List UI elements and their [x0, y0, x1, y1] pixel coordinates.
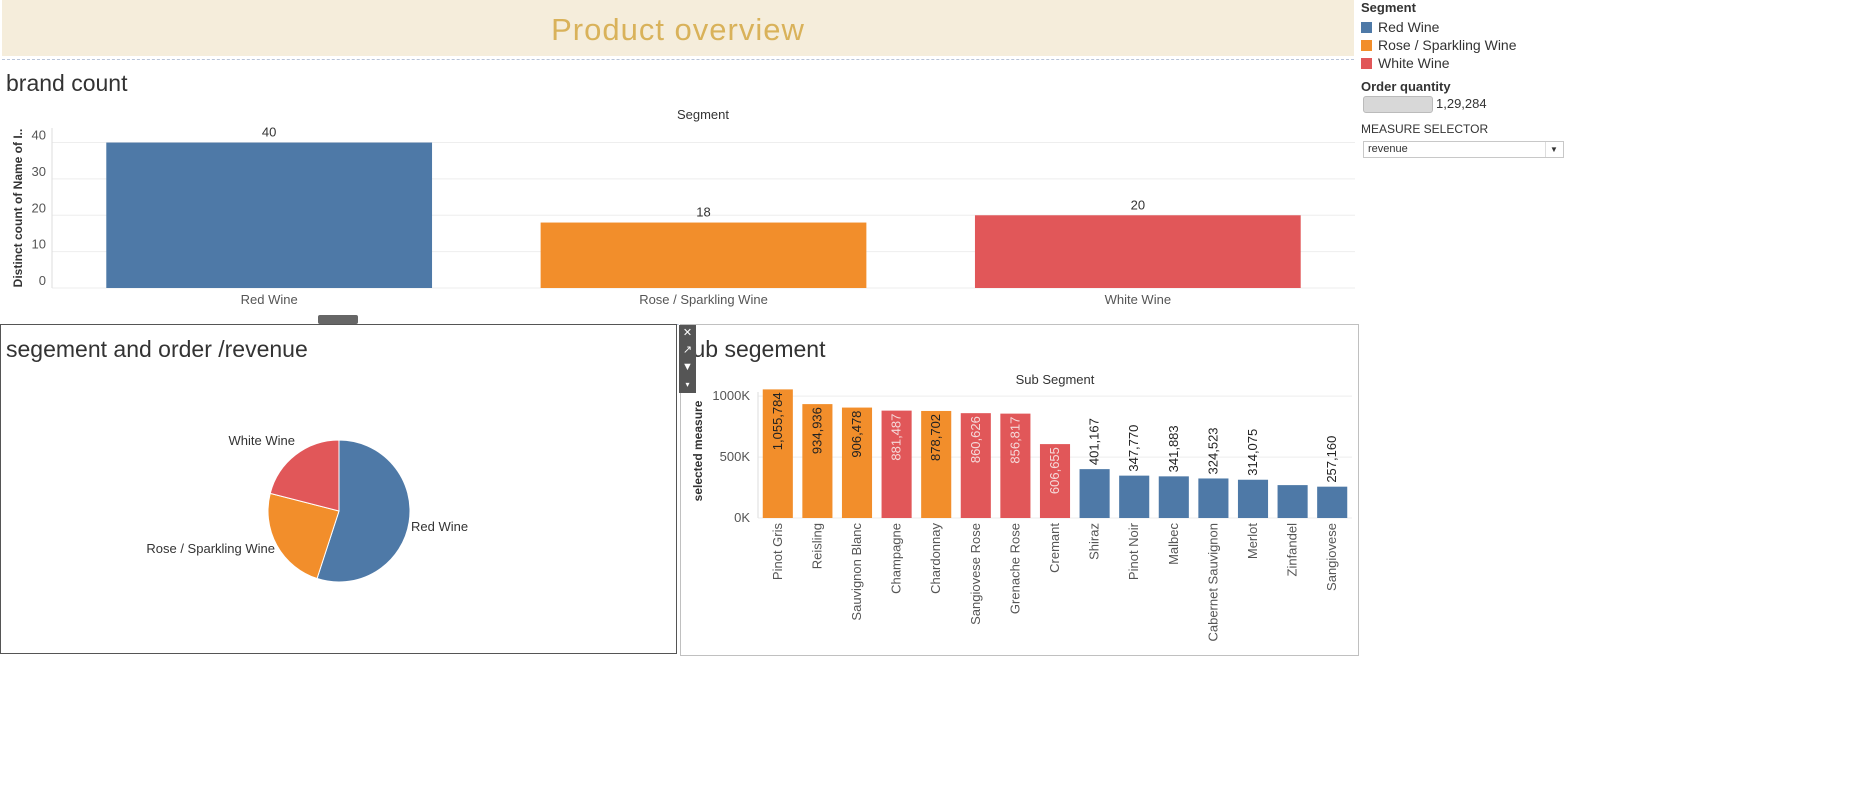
y-tick-label: 40: [32, 128, 46, 143]
x-tick-label: Sangiovese Rose: [968, 523, 983, 625]
data-label: 20: [1131, 197, 1145, 212]
x-tick-label: Cremant: [1047, 523, 1062, 573]
segment-pie-chart: Red Wine Rose / Sparkling Wine White Wine: [146, 433, 468, 583]
slice-label: Red Wine: [411, 519, 468, 534]
data-label: 856,817: [1007, 417, 1022, 464]
measure-selector-value: revenue: [1368, 143, 1408, 155]
page-title: Product overview: [551, 12, 805, 47]
order-quantity-slider[interactable]: [1363, 96, 1433, 113]
x-tick-label: Merlot: [1245, 523, 1260, 560]
measure-selector-label: MEASURE SELECTOR: [1361, 122, 1489, 136]
y-tick-label: 10: [32, 237, 46, 252]
x-tick-label: Grenache Rose: [1007, 523, 1022, 614]
order-quantity-label: Order quantity: [1361, 79, 1451, 94]
x-tick-label: Shiraz: [1087, 523, 1102, 560]
x-tick-label: Pinot Noir: [1126, 522, 1141, 580]
chart-header: Segment: [677, 107, 729, 122]
legend-item-label: White Wine: [1378, 55, 1450, 71]
data-label: 18: [696, 205, 710, 220]
bar: [106, 142, 433, 288]
y-tick-label: 1000K: [712, 388, 750, 403]
bar: [1198, 478, 1229, 518]
bar: [1277, 485, 1308, 518]
bar: [540, 222, 867, 288]
legend-item-label: Rose / Sparkling Wine: [1378, 37, 1517, 53]
y-axis-label: Distinct count of Name of I..: [11, 129, 25, 288]
legend-item-rose-sparkling-wine[interactable]: Rose / Sparkling Wine: [1361, 36, 1561, 54]
data-label: 40: [262, 125, 276, 140]
data-label: 401,167: [1087, 418, 1102, 465]
order-quantity-value: 1,29,284: [1436, 96, 1487, 111]
x-tick-label: Zinfandel: [1285, 523, 1300, 577]
x-tick-label: Pinot Gris: [770, 523, 785, 581]
legend-item-red-wine[interactable]: Red Wine: [1361, 18, 1561, 36]
y-tick-label: 20: [32, 200, 46, 215]
legend-title: Segment: [1361, 0, 1416, 15]
x-tick-label: White Wine: [1105, 292, 1171, 307]
data-label: 606,655: [1047, 447, 1062, 494]
data-label: 878,702: [928, 414, 943, 461]
x-tick-label: Red Wine: [241, 292, 298, 307]
x-tick-label: Malbec: [1166, 523, 1181, 565]
measure-selector-dropdown[interactable]: revenue ▼: [1363, 141, 1564, 158]
bar: [974, 215, 1301, 288]
legend: Segment Red Wine Rose / Sparkling Wine W…: [1361, 0, 1561, 72]
data-label: 324,523: [1205, 427, 1220, 474]
y-tick-label: 0: [39, 273, 46, 288]
bar: [1317, 486, 1348, 518]
x-tick-label: Champagne: [889, 523, 904, 594]
bar: [1237, 479, 1269, 518]
x-tick-label: Reisling: [809, 523, 824, 569]
y-tick-label: 0K: [734, 510, 750, 525]
data-label: 1,055,784: [770, 392, 785, 450]
data-label: 341,883: [1166, 425, 1181, 472]
data-label: 906,478: [849, 411, 864, 458]
bar: [1079, 469, 1110, 518]
data-label: 934,936: [809, 407, 824, 454]
slice-label: White Wine: [229, 433, 295, 448]
legend-swatch: [1361, 39, 1372, 51]
divider: [2, 59, 1354, 60]
data-label: 881,487: [889, 414, 904, 461]
chart-header: Sub Segment: [1016, 372, 1095, 387]
x-tick-label: Sauvignon Blanc: [849, 523, 864, 621]
slice-label: Rose / Sparkling Wine: [146, 541, 275, 556]
x-tick-label: Cabernet Sauvignon: [1205, 523, 1220, 642]
bar: [1119, 475, 1150, 518]
resize-handle[interactable]: [318, 315, 358, 324]
brand-count-title: brand count: [6, 70, 128, 96]
legend-swatch: [1361, 57, 1372, 69]
data-label: 347,770: [1126, 425, 1141, 472]
y-tick-label: 500K: [720, 449, 751, 464]
data-label: 257,160: [1324, 436, 1339, 483]
x-tick-label: Rose / Sparkling Wine: [639, 292, 768, 307]
legend-swatch: [1361, 21, 1372, 33]
x-tick-label: Chardonnay: [928, 523, 943, 594]
x-tick-label: Sangiovese: [1324, 523, 1339, 591]
y-axis-label: selected measure: [691, 400, 705, 501]
legend-item-label: Red Wine: [1378, 19, 1440, 35]
popout-icon[interactable]: ↗: [679, 342, 696, 359]
chevron-down-icon[interactable]: ▼: [1545, 142, 1562, 157]
brand-count-chart: Segment 0 10 20 30 40 Distinct count of Name o…: [11, 107, 1355, 307]
bar: [1158, 476, 1189, 518]
sub-segment-chart: Sub Segment 0K 500K 1000K selected measure 1,…: [691, 372, 1352, 642]
close-icon[interactable]: ✕: [679, 325, 696, 342]
y-tick-label: 30: [32, 164, 46, 179]
legend-item-white-wine[interactable]: White Wine: [1361, 54, 1561, 72]
data-label: 860,626: [968, 416, 983, 463]
data-label: 314,075: [1245, 429, 1260, 476]
